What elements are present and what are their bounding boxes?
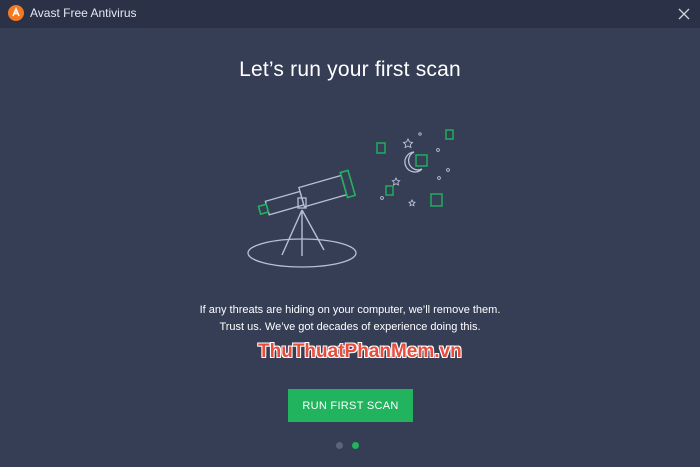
run-first-scan-button[interactable]: RUN FIRST SCAN <box>288 389 413 422</box>
pager-dot-1[interactable] <box>336 442 343 449</box>
watermark: ThuThuatPhanMem.vn <box>258 341 462 362</box>
close-button[interactable] <box>674 4 694 24</box>
description: If any threats are hiding on your comput… <box>0 302 700 336</box>
telescope-illustration <box>247 129 454 268</box>
window-title: Avast Free Antivirus <box>30 6 137 20</box>
description-line-1: If any threats are hiding on your comput… <box>199 304 501 316</box>
pager <box>336 442 359 449</box>
close-icon <box>678 8 690 20</box>
pager-dot-2[interactable] <box>352 442 359 449</box>
page-title: Let’s run your first scan <box>239 58 461 81</box>
title-bar: Avast Free Antivirus <box>0 0 700 28</box>
description-line-2: Trust us. We’ve got decades of experienc… <box>219 321 481 333</box>
avast-logo-icon <box>8 5 24 21</box>
